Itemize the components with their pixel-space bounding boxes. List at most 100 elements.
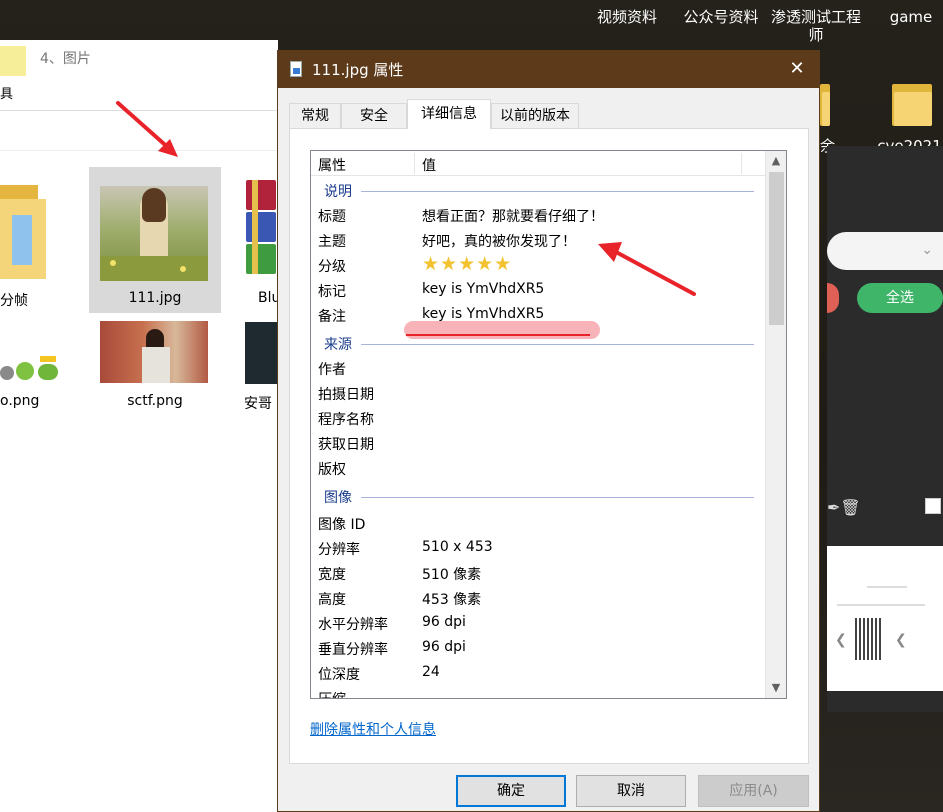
property-key: 作者	[318, 362, 346, 378]
file-label-sctf-png[interactable]: sctf.png	[100, 393, 210, 409]
property-key: 分辨率	[318, 542, 360, 558]
property-key: 位深度	[318, 667, 360, 683]
property-list[interactable]: 属性 值 说明 标题 想看正面？那就要看仔细了！ 主题 好吧，真的被你发现了！ …	[310, 150, 787, 699]
property-row[interactable]: 程序名称	[311, 406, 766, 431]
property-key: 分级	[318, 259, 346, 275]
property-value[interactable]: 96 dpi	[422, 639, 466, 655]
red-arrow-annotation-1	[116, 101, 178, 157]
property-row[interactable]: 版权	[311, 456, 766, 481]
dialog-titlebar[interactable]: 111.jpg 属性 ✕	[278, 51, 819, 88]
property-row[interactable]: 图像 ID	[311, 511, 766, 536]
property-value[interactable]: 453 像素	[422, 589, 481, 609]
column-separator[interactable]	[741, 153, 742, 174]
property-value[interactable]: 24	[422, 664, 440, 680]
column-header-value[interactable]: 值	[422, 155, 436, 175]
file-label-111-jpg[interactable]: 111.jpg	[100, 290, 210, 306]
properties-dialog: 111.jpg 属性 ✕ 常规 安全 详细信息 以前的版本 属性 值 说明 标题…	[277, 50, 820, 812]
desktop-folder-icon-partial[interactable]	[820, 80, 830, 126]
address-path[interactable]: 4、图片	[40, 48, 91, 68]
property-key: 程序名称	[318, 412, 374, 428]
section-divider	[361, 344, 754, 345]
property-value[interactable]: 想看正面？那就要看仔细了！	[422, 206, 604, 226]
section-header-image: 图像	[311, 486, 766, 506]
desktop-icon-label-pentest-line2: 师	[808, 26, 824, 44]
property-key: 版权	[318, 462, 346, 478]
close-button[interactable]: ✕	[775, 51, 819, 88]
property-row[interactable]: 水平分辨率 96 dpi	[311, 611, 766, 636]
property-value[interactable]: 96 dpi	[422, 614, 466, 630]
property-key: 主题	[318, 234, 346, 250]
property-row[interactable]: 垂直分辨率 96 dpi	[311, 636, 766, 661]
section-divider	[361, 497, 754, 498]
property-value[interactable]: 好吧，真的被你发现了！	[422, 231, 576, 251]
desktop-icon-label-pentest[interactable]: 渗透测试工程 师	[770, 8, 862, 44]
property-value[interactable]: 510 像素	[422, 564, 481, 584]
highlight-marker-annotation	[404, 321, 600, 339]
property-row[interactable]: 位深度 24	[311, 661, 766, 686]
property-key: 标记	[318, 284, 346, 300]
desktop-icon-label-wechat[interactable]: 公众号资料	[682, 8, 760, 26]
vertical-scrollbar[interactable]: ▲ ▼	[765, 151, 786, 698]
scroll-up-arrow-icon[interactable]: ▲	[766, 151, 786, 171]
file-label-folder[interactable]: 分帧	[0, 290, 34, 310]
tab-details[interactable]: 详细信息	[407, 99, 491, 129]
file-thumbnail-111-jpg[interactable]	[100, 186, 208, 281]
ok-button[interactable]: 确定	[456, 775, 566, 807]
tab-previous-versions[interactable]: 以前的版本	[491, 103, 579, 129]
column-header-property[interactable]: 属性	[318, 155, 346, 175]
chevron-down-icon[interactable]: ⌄	[921, 242, 933, 258]
section-name: 说明	[324, 184, 352, 200]
file-thumbnail-dark[interactable]	[245, 322, 278, 384]
file-label-dark[interactable]: 安哥	[244, 393, 278, 413]
desktop-icon-label-pentest-line1: 渗透测试工程	[770, 8, 861, 26]
background-checkbox[interactable]	[925, 498, 941, 514]
property-key: 图像 ID	[318, 517, 366, 533]
cancel-button[interactable]: 取消	[576, 775, 686, 807]
column-separator[interactable]	[414, 153, 415, 174]
property-value[interactable]: key is YmVhdXR5	[422, 281, 544, 297]
property-row[interactable]: 宽度 510 像素	[311, 561, 766, 586]
property-key: 高度	[318, 592, 346, 608]
scrollbar-thumb[interactable]	[769, 172, 784, 325]
file-thumbnail-blu-archive[interactable]	[244, 180, 278, 276]
tab-security[interactable]: 安全	[341, 103, 407, 129]
property-key: 水平分辨率	[318, 617, 388, 633]
underline-annotation	[406, 334, 590, 336]
file-thumbnail-o-png[interactable]	[0, 354, 60, 384]
section-name: 来源	[324, 337, 352, 353]
property-row[interactable]: 获取日期	[311, 431, 766, 456]
dialog-title: 111.jpg 属性	[312, 61, 404, 79]
file-thumbnail-sctf-png[interactable]	[100, 321, 208, 383]
property-key: 拍摄日期	[318, 387, 374, 403]
property-key: 宽度	[318, 567, 346, 583]
trash-icon[interactable]: ✒🗑	[827, 498, 861, 517]
desktop-icon-label-video[interactable]: 视频资料	[594, 8, 660, 26]
desktop-icon-label-game[interactable]: game	[886, 8, 936, 26]
background-red-button[interactable]	[827, 283, 839, 313]
property-key: 标题	[318, 209, 346, 225]
property-row[interactable]: 作者	[311, 356, 766, 381]
property-row[interactable]: 高度 453 像素	[311, 586, 766, 611]
background-document-preview: ❮ ❮	[827, 546, 943, 691]
property-row[interactable]: 标题 想看正面？那就要看仔细了！	[311, 203, 766, 228]
remove-properties-link[interactable]: 删除属性和个人信息	[310, 719, 436, 739]
property-key: 垂直分辨率	[318, 642, 388, 658]
property-row[interactable]: 分辨率 510 x 453	[311, 536, 766, 561]
file-label-o-png[interactable]: o.png	[0, 393, 40, 409]
ribbon-label[interactable]: 具	[0, 83, 13, 102]
tab-general[interactable]: 常规	[289, 103, 341, 129]
folder-icon	[0, 46, 26, 76]
property-row[interactable]: 拍摄日期	[311, 381, 766, 406]
property-row[interactable]: 压缩	[311, 686, 766, 698]
file-item-folder[interactable]	[0, 185, 46, 280]
select-all-button[interactable]: 全选	[857, 283, 943, 313]
red-arrow-annotation-2	[598, 242, 696, 296]
scroll-down-arrow-icon[interactable]: ▼	[766, 678, 786, 698]
property-value[interactable]: 510 x 453	[422, 539, 493, 555]
apply-button[interactable]: 应用(A)	[698, 775, 809, 807]
address-bar[interactable]: 4、图片	[0, 40, 278, 78]
rating-stars[interactable]: ★★★★★	[422, 253, 512, 275]
property-value[interactable]: key is YmVhdXR5	[422, 306, 544, 322]
desktop-folder-icon-cve[interactable]	[892, 80, 932, 126]
image-file-icon	[290, 61, 302, 77]
